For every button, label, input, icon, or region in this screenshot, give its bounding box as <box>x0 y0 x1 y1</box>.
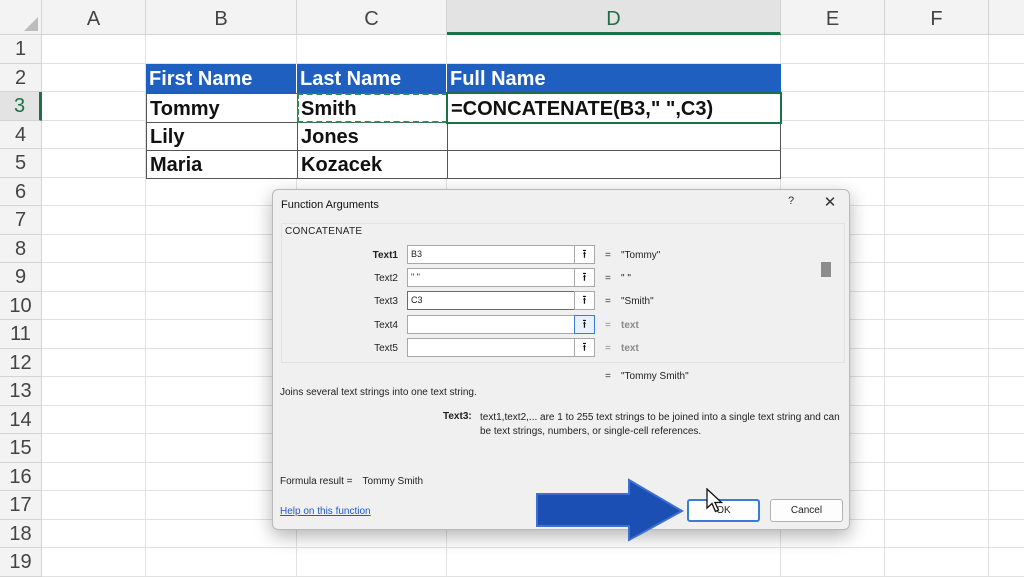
arg-input-text2[interactable]: " " <box>407 268 577 287</box>
row-header-11[interactable]: 11 <box>0 320 42 349</box>
row-header-2[interactable]: 2 <box>0 64 42 92</box>
upload-arrow-icon[interactable]: ⭱ <box>574 338 595 357</box>
arg-label-text4: Text4 <box>374 320 398 331</box>
table-header-full-name[interactable]: Full Name <box>447 64 781 93</box>
column-header-a[interactable]: A <box>42 0 146 35</box>
help-icon[interactable]: ? <box>783 195 799 211</box>
arg-result-text2: " " <box>621 273 631 284</box>
cancel-button[interactable]: Cancel <box>770 499 843 522</box>
row-header-6[interactable]: 6 <box>0 178 42 206</box>
cell-c4[interactable]: Jones <box>297 122 448 151</box>
row-header-19[interactable]: 19 <box>0 548 42 577</box>
cell-b4[interactable]: Lily <box>146 122 298 151</box>
dialog-title: Function Arguments <box>281 199 379 211</box>
function-description: Joins several text strings into one text… <box>280 387 477 398</box>
upload-arrow-icon[interactable]: ⭱ <box>574 291 595 310</box>
cell-b3[interactable]: Tommy <box>146 93 298 123</box>
table-header-first-name[interactable]: First Name <box>146 64 297 93</box>
row-header-12[interactable]: 12 <box>0 349 42 377</box>
function-name: CONCATENATE <box>285 226 363 237</box>
row-header-18[interactable]: 18 <box>0 520 42 548</box>
arg-input-text3[interactable]: C3 <box>407 291 577 310</box>
arg-input-text5[interactable] <box>407 338 577 357</box>
result-preview: "Tommy Smith" <box>621 371 689 382</box>
upload-arrow-icon[interactable]: ⭱ <box>574 245 595 264</box>
grid-column-line <box>884 35 885 576</box>
arguments-scrollbar-thumb[interactable] <box>821 262 831 277</box>
column-header-e[interactable]: E <box>781 0 885 35</box>
cell-d3[interactable]: =CONCATENATE(B3," ",C3) <box>447 93 781 123</box>
equals-sign: = <box>605 320 611 331</box>
grid-column-line <box>988 35 989 576</box>
arg-label-text5: Text5 <box>374 343 398 354</box>
arg-result-text3: "Smith" <box>621 296 654 307</box>
row-header-15[interactable]: 15 <box>0 434 42 463</box>
row-header-14[interactable]: 14 <box>0 406 42 434</box>
arg-result-text1: "Tommy" <box>621 250 661 261</box>
cell-d4[interactable] <box>447 122 781 151</box>
row-header-16[interactable]: 16 <box>0 463 42 491</box>
equals-sign: = <box>605 273 611 284</box>
row-header-7[interactable]: 7 <box>0 206 42 235</box>
grid-row-line <box>42 547 1024 548</box>
row-header-8[interactable]: 8 <box>0 235 42 263</box>
formula-result: Formula result = Tommy Smith <box>280 476 423 487</box>
row-header-5[interactable]: 5 <box>0 149 42 178</box>
row-header-1[interactable]: 1 <box>0 35 42 64</box>
cell-c3[interactable]: Smith <box>297 93 448 123</box>
big-right-arrow-icon <box>536 478 684 542</box>
equals-sign: = <box>605 343 611 354</box>
upload-arrow-icon[interactable]: ⭱ <box>574 315 595 334</box>
row-header-9[interactable]: 9 <box>0 263 42 292</box>
arg-label-text2: Text2 <box>374 273 398 284</box>
row-header-3[interactable]: 3 <box>0 92 42 121</box>
arg-input-text1[interactable]: B3 <box>407 245 577 264</box>
argument-description-label: Text3: <box>443 411 472 422</box>
column-header-b[interactable]: B <box>146 0 297 35</box>
result-equals-sign: = <box>605 371 611 382</box>
arg-label-text3: Text3 <box>374 296 398 307</box>
formula-result-label: Formula result = <box>280 476 353 487</box>
cell-c5[interactable]: Kozacek <box>297 150 448 179</box>
help-on-function-link[interactable]: Help on this function <box>280 506 371 517</box>
arg-input-text4[interactable] <box>407 315 577 334</box>
cell-d5[interactable] <box>447 150 781 179</box>
equals-sign: = <box>605 296 611 307</box>
row-header-10[interactable]: 10 <box>0 292 42 320</box>
table-header-last-name[interactable]: Last Name <box>297 64 447 93</box>
column-header-d[interactable]: D <box>447 0 781 35</box>
argument-description: text1,text2,... are 1 to 255 text string… <box>480 412 840 437</box>
arg-label-text1: Text1 <box>372 250 398 261</box>
formula-result-value: Tommy Smith <box>362 476 424 487</box>
arg-result-text5: text <box>621 343 639 354</box>
mouse-pointer-icon <box>706 488 724 513</box>
row-header-17[interactable]: 17 <box>0 491 42 520</box>
cell-b5[interactable]: Maria <box>146 150 298 179</box>
column-header-g-partial[interactable] <box>989 0 1024 35</box>
select-all-corner[interactable] <box>0 0 42 35</box>
column-header-f[interactable]: F <box>885 0 989 35</box>
arg-result-text4: text <box>621 320 639 331</box>
upload-arrow-icon[interactable]: ⭱ <box>574 268 595 287</box>
equals-sign: = <box>605 250 611 261</box>
row-header-4[interactable]: 4 <box>0 121 42 149</box>
row-header-13[interactable]: 13 <box>0 377 42 406</box>
column-header-c[interactable]: C <box>297 0 447 35</box>
close-icon[interactable]: ✕ <box>819 193 841 213</box>
select-all-triangle-icon <box>24 17 38 31</box>
